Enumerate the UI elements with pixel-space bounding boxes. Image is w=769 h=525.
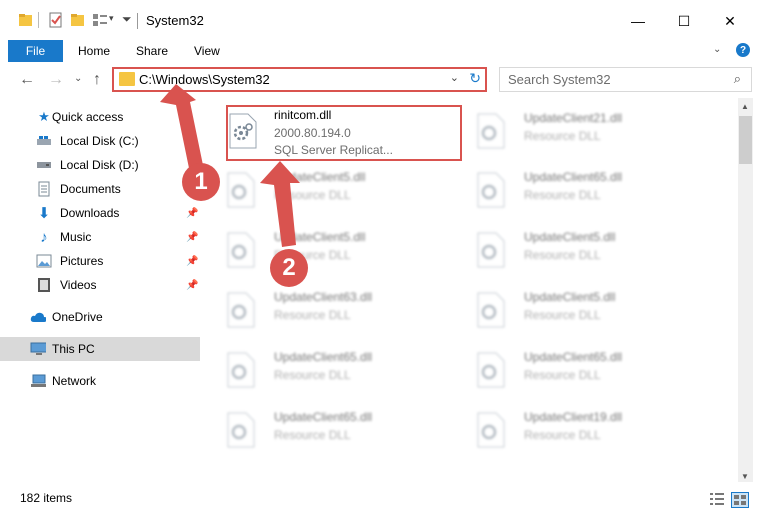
arrow-one-shape: [160, 84, 204, 173]
step-two-badge: 2: [270, 249, 308, 287]
annotation-arrows: [160, 84, 300, 247]
step-one-badge: 1: [182, 163, 220, 201]
arrow-two-shape: [260, 161, 300, 247]
